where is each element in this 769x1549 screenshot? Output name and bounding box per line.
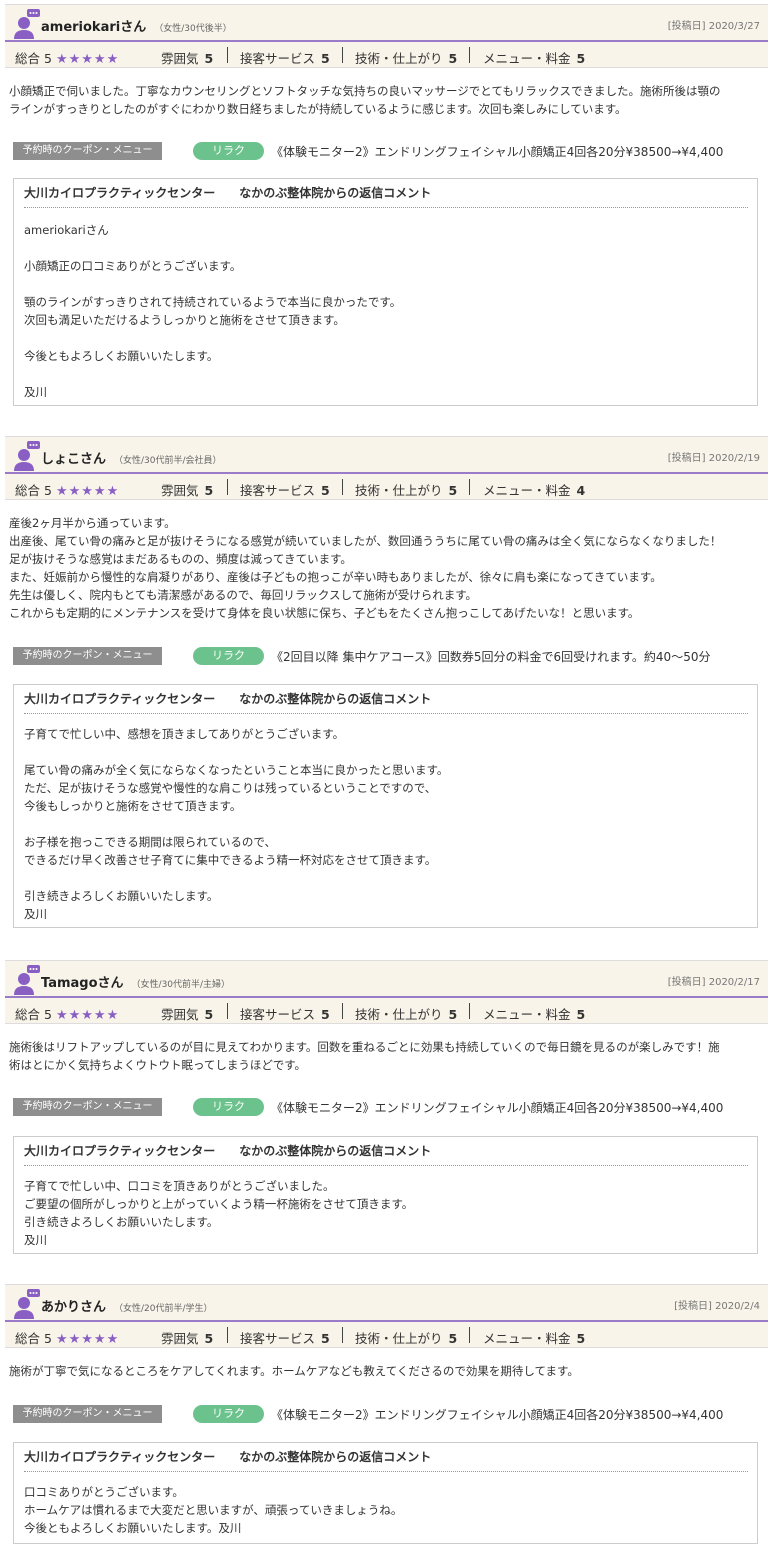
- user-avatar-icon: [14, 965, 40, 995]
- divider: [469, 479, 470, 495]
- review-card: Tamagoさん （女性/30代前半/主婦） [投稿日] 2020/2/17 総合…: [5, 960, 768, 1256]
- star-rating-icon: ★★★★★: [55, 1332, 120, 1347]
- reply-title: 大川カイロプラクティックセンター なかのぶ整体院からの返信コメント: [24, 1448, 748, 1472]
- menu-price-rating: メニュー・料金 5: [483, 1007, 586, 1022]
- category-tag[interactable]: リラク: [193, 647, 264, 665]
- technique-rating: 技術・仕上がり 5: [355, 51, 458, 66]
- rating-bar: 総合 5 ★★★★★ 雰囲気 5 接客サービス 5 技術・仕上がり 5 メニュー・料金 5: [5, 42, 768, 68]
- coupon-label: 予約時のクーポン・メニュー: [13, 647, 162, 665]
- star-rating-icon: ★★★★★: [55, 484, 120, 499]
- review-card: しょこさん （女性/30代前半/会社員） [投稿日] 2020/2/19 総合 5…: [5, 436, 768, 932]
- divider: [342, 47, 343, 63]
- divider: [342, 1003, 343, 1019]
- review-card: ameriokariさん （女性/30代後半） [投稿日] 2020/3/27 総…: [5, 4, 768, 408]
- technique-rating: 技術・仕上がり 5: [355, 483, 458, 498]
- technique-rating: 技術・仕上がり 5: [355, 1007, 458, 1022]
- divider: [469, 1003, 470, 1019]
- review-text: 施術後はリフトアップしているのが目に見えてわかります。回数を重ねるごとに効果も持…: [9, 1040, 720, 1072]
- reply-title: 大川カイロプラクティックセンター なかのぶ整体院からの返信コメント: [24, 1142, 748, 1166]
- reply-text: 子育てで忙しい中、口コミを頂きありがとうございました。 ご要望の個所がしっかりと…: [24, 1179, 414, 1247]
- rating-bar: 総合 5 ★★★★★ 雰囲気 5 接客サービス 5 技術・仕上がり 5 メニュー・料金 5: [5, 998, 768, 1024]
- divider: [469, 47, 470, 63]
- user-avatar-icon: [14, 441, 40, 471]
- reviewer-profile: （女性/30代前半/会社員）: [114, 456, 222, 466]
- divider: [469, 1327, 470, 1343]
- post-date: [投稿日] 2020/2/19: [667, 453, 760, 464]
- reply-title: 大川カイロプラクティックセンター なかのぶ整体院からの返信コメント: [24, 184, 748, 208]
- menu-price-rating: メニュー・料金 5: [483, 51, 586, 66]
- review-text: 施術が丁寧で気になるところをケアしてくれます。ホームケアなども教えてくださるので…: [9, 1364, 579, 1378]
- user-avatar-icon: [14, 9, 40, 39]
- review-header: Tamagoさん （女性/30代前半/主婦） [投稿日] 2020/2/17: [5, 960, 768, 998]
- overall-rating: 総合 5 ★★★★★: [15, 483, 120, 499]
- coupon-link[interactable]: 《体験モニター2》エンドリングフェイシャル小顔矯正4回各20分¥38500→¥4…: [271, 143, 723, 160]
- reviewer-name[interactable]: あかりさん （女性/20代前半/学生）: [41, 1296, 213, 1315]
- divider: [342, 1327, 343, 1343]
- atmosphere-rating: 雰囲気 5: [161, 483, 214, 498]
- divider: [342, 479, 343, 495]
- technique-rating: 技術・仕上がり 5: [355, 1331, 458, 1346]
- review-card: あかりさん （女性/20代前半/学生） [投稿日] 2020/2/4 総合 5 ★★…: [5, 1284, 768, 1546]
- reply-box: 大川カイロプラクティックセンター なかのぶ整体院からの返信コメント amerio…: [13, 178, 758, 406]
- coupon-link[interactable]: 《体験モニター2》エンドリングフェイシャル小顔矯正4回各20分¥38500→¥4…: [271, 1099, 723, 1116]
- service-rating: 接客サービス 5: [240, 1007, 330, 1022]
- reviewer-name[interactable]: ameriokariさん （女性/30代後半）: [41, 16, 232, 35]
- review-header: ameriokariさん （女性/30代後半） [投稿日] 2020/3/27: [5, 4, 768, 42]
- divider: [227, 1327, 228, 1343]
- coupon-label: 予約時のクーポン・メニュー: [13, 142, 162, 160]
- atmosphere-rating: 雰囲気 5: [161, 1007, 214, 1022]
- divider: [227, 1003, 228, 1019]
- coupon-label: 予約時のクーポン・メニュー: [13, 1405, 162, 1423]
- rating-bar: 総合 5 ★★★★★ 雰囲気 5 接客サービス 5 技術・仕上がり 5 メニュー・料金 5: [5, 1322, 768, 1348]
- category-tag[interactable]: リラク: [193, 1405, 264, 1423]
- menu-price-rating: メニュー・料金 5: [483, 1331, 586, 1346]
- reply-box: 大川カイロプラクティックセンター なかのぶ整体院からの返信コメント 子育てで忙し…: [13, 684, 758, 928]
- post-date: [投稿日] 2020/2/4: [674, 1301, 760, 1312]
- reviewer-name[interactable]: しょこさん （女性/30代前半/会社員）: [41, 448, 222, 467]
- reviewer-profile: （女性/30代前半/主婦）: [131, 980, 231, 990]
- post-date: [投稿日] 2020/2/17: [667, 977, 760, 988]
- rating-bar: 総合 5 ★★★★★ 雰囲気 5 接客サービス 5 技術・仕上がり 5 メニュー・料金 4: [5, 474, 768, 500]
- service-rating: 接客サービス 5: [240, 51, 330, 66]
- reviewer-profile: （女性/30代後半）: [154, 24, 232, 34]
- reply-text: 口コミありがとうございます。 ホームケアは慣れるまで大変だと思いますが、頑張って…: [24, 1485, 403, 1535]
- reply-title: 大川カイロプラクティックセンター なかのぶ整体院からの返信コメント: [24, 690, 748, 714]
- coupon-link[interactable]: 《体験モニター2》エンドリングフェイシャル小顔矯正4回各20分¥38500→¥4…: [271, 1406, 723, 1423]
- user-avatar-icon: [14, 1289, 40, 1319]
- reply-box: 大川カイロプラクティックセンター なかのぶ整体院からの返信コメント 子育てで忙し…: [13, 1136, 758, 1254]
- review-header: あかりさん （女性/20代前半/学生） [投稿日] 2020/2/4: [5, 1284, 768, 1322]
- reply-box: 大川カイロプラクティックセンター なかのぶ整体院からの返信コメント 口コミありが…: [13, 1442, 758, 1544]
- menu-price-rating: メニュー・料金 4: [483, 483, 586, 498]
- service-rating: 接客サービス 5: [240, 1331, 330, 1346]
- reply-text: 子育てで忙しい中、感想を頂きましてありがとうございます。 尾てい骨の痛みが全く気…: [24, 727, 449, 921]
- divider: [227, 479, 228, 495]
- overall-rating: 総合 5 ★★★★★: [15, 1331, 120, 1347]
- service-rating: 接客サービス 5: [240, 483, 330, 498]
- reply-text: ameriokariさん 小顔矯正の口コミありがとうございます。 顎のラインがす…: [24, 223, 402, 399]
- star-rating-icon: ★★★★★: [55, 52, 120, 67]
- reviewer-name[interactable]: Tamagoさん （女性/30代前半/主婦）: [41, 972, 230, 991]
- atmosphere-rating: 雰囲気 5: [161, 1331, 214, 1346]
- post-date: [投稿日] 2020/3/27: [667, 21, 760, 32]
- atmosphere-rating: 雰囲気 5: [161, 51, 214, 66]
- coupon-link[interactable]: 《2回目以降 集中ケアコース》回数券5回分の料金で6回受けれます。約40～50分: [271, 648, 710, 665]
- star-rating-icon: ★★★★★: [55, 1008, 120, 1023]
- review-text: 産後2ヶ月半から通っています。 出産後、尾てい骨の痛みと足が抜けそうになる感覚が…: [9, 516, 722, 620]
- review-text: 小顔矯正で伺いました。丁寧なカウンセリングとソフトタッチな気持ちの良いマッサージ…: [9, 84, 721, 116]
- category-tag[interactable]: リラク: [193, 1098, 264, 1116]
- divider: [227, 47, 228, 63]
- category-tag[interactable]: リラク: [193, 142, 264, 160]
- overall-rating: 総合 5 ★★★★★: [15, 1007, 120, 1023]
- overall-rating: 総合 5 ★★★★★: [15, 51, 120, 67]
- coupon-label: 予約時のクーポン・メニュー: [13, 1098, 162, 1116]
- reviewer-profile: （女性/20代前半/学生）: [114, 1304, 213, 1314]
- review-header: しょこさん （女性/30代前半/会社員） [投稿日] 2020/2/19: [5, 436, 768, 474]
